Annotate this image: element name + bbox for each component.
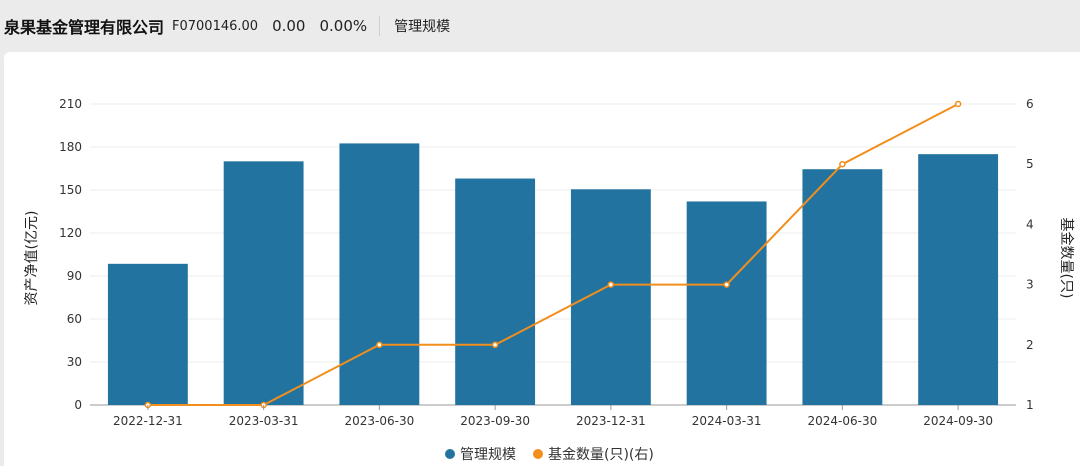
- legend-marker: [445, 449, 455, 459]
- y-tick-right: 4: [1026, 217, 1034, 231]
- y-tick-right: 5: [1026, 157, 1034, 171]
- fund-name: 泉果基金管理有限公司: [4, 18, 165, 37]
- bar: [918, 154, 999, 405]
- bar: [455, 178, 536, 405]
- y-tick-left: 150: [59, 183, 82, 197]
- x-tick-label: 2023-12-31: [576, 414, 646, 428]
- y-tick-left: 60: [67, 312, 82, 326]
- y-tick-left: 30: [67, 355, 82, 369]
- x-tick-label: 2023-06-30: [345, 414, 415, 428]
- line-point: [954, 100, 962, 108]
- y-tick-left: 210: [59, 97, 82, 111]
- legend-label: 管理规模: [460, 447, 516, 463]
- x-axis-ticks: 2022-12-31 2023-03-31 2023-06-30 2023-09-30…: [113, 405, 993, 428]
- fund-header: 泉果基金管理有限公司 F0700146.00 0.00 0.00% 管理规模: [0, 0, 1080, 52]
- bar: [570, 189, 651, 405]
- y-tick-left: 0: [74, 398, 82, 412]
- bar: [339, 143, 420, 405]
- bar-series: [107, 143, 999, 405]
- fund-code: F0700146.00: [172, 18, 259, 34]
- x-tick-label: 2023-03-31: [229, 414, 299, 428]
- x-tick-label: 2022-12-31: [113, 414, 183, 428]
- legend[interactable]: 管理规模 基金数量(只)(右): [445, 446, 654, 463]
- y-tick-right: 3: [1026, 278, 1034, 292]
- management-scale-chart: 0306090120150180210 123456 2022-12-31 202…: [24, 97, 1075, 463]
- line-point: [723, 281, 730, 288]
- legend-marker: [533, 449, 543, 459]
- line-point: [491, 341, 499, 349]
- bar: [107, 263, 188, 405]
- y-tick-left: 180: [59, 140, 82, 154]
- chart-panel: 0 30 60 90 120 150 180 210 123456 2022-12-31 202…: [4, 52, 1080, 466]
- y-axis-right-ticks: 1 2 3 4 5 6: [1026, 97, 1034, 412]
- y-axis-left-ticks: 0 30 60 90 120 150 180 210: [59, 97, 82, 412]
- x-tick-label: 2023-09-30: [460, 414, 530, 428]
- line-point: [839, 160, 846, 168]
- bar: [802, 169, 883, 405]
- header-divider: [379, 16, 381, 36]
- tab-management-scale[interactable]: 管理规模: [394, 16, 450, 36]
- y-tick-left: 120: [59, 226, 82, 240]
- y-tick-right: 2: [1026, 338, 1034, 352]
- y-tick-right: 1: [1026, 398, 1034, 412]
- y-tick-left: 90: [67, 269, 82, 283]
- x-tick-label: 2024-06-30: [808, 414, 878, 428]
- bar: [686, 201, 767, 405]
- fund-price: 0.00: [272, 17, 306, 35]
- x-tick-label: 2024-03-31: [692, 414, 762, 428]
- line-point: [607, 281, 615, 288]
- bar: [223, 161, 304, 405]
- y-tick-right: 6: [1026, 97, 1034, 111]
- fund-change-percent: 0.00%: [319, 17, 368, 35]
- legend-label: 基金数量(只)(右): [548, 446, 654, 463]
- y-axis-left-label: 资产净值(亿元): [24, 211, 40, 306]
- x-tick-label: 2024-09-30: [923, 414, 993, 428]
- y-axis-right-label: 基金数量(只): [1058, 218, 1075, 299]
- line-point: [376, 341, 383, 349]
